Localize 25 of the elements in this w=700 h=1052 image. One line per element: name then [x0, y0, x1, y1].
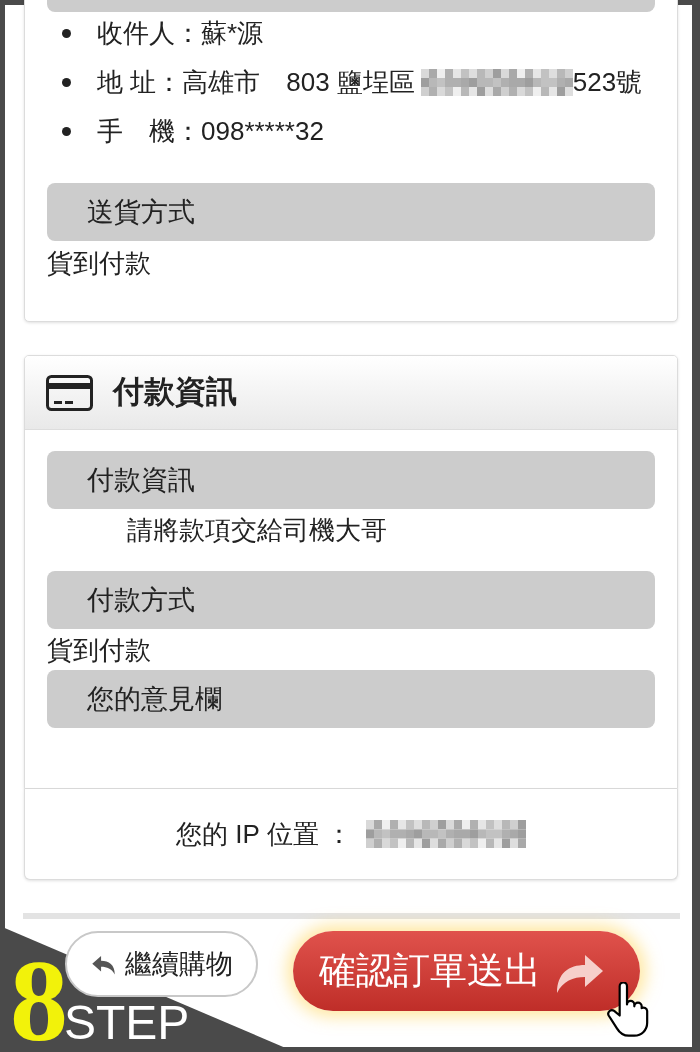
field-value: 098*****32	[201, 114, 324, 148]
card-title: 付款資訊	[113, 373, 237, 412]
section-heading: 送貨方式	[47, 183, 655, 241]
field-label: 手 機：	[97, 114, 201, 148]
bullet-icon	[62, 77, 71, 87]
section-value: 貨到付款	[47, 247, 152, 280]
section-value: 貨到付款	[47, 634, 152, 667]
bullet-icon	[62, 126, 71, 136]
continue-shopping-button[interactable]: 繼續購物	[65, 931, 258, 997]
submit-order-button[interactable]: 確認訂單送出	[293, 931, 640, 1011]
section-heading: 付款資訊	[47, 451, 655, 509]
section-heading: 您的意見欄	[47, 670, 655, 728]
field-value: 高雄市 803 鹽埕區	[182, 65, 415, 99]
hand-cursor-icon	[605, 982, 649, 1038]
section-value: 請將款項交給司機大哥	[126, 514, 388, 547]
field-label: 收件人：	[97, 16, 201, 50]
undo-arrow-icon	[91, 953, 117, 975]
field-value: 523號	[572, 65, 643, 99]
field-label: 地 址：	[97, 65, 183, 99]
step-label: STEP	[64, 999, 190, 1047]
bullet-icon	[62, 28, 71, 38]
field-value: 蘇*源	[201, 16, 264, 50]
section-heading: 付款方式	[47, 571, 655, 629]
credit-card-icon	[46, 374, 93, 411]
ip-label: 您的 IP 位置 ：	[176, 817, 352, 851]
